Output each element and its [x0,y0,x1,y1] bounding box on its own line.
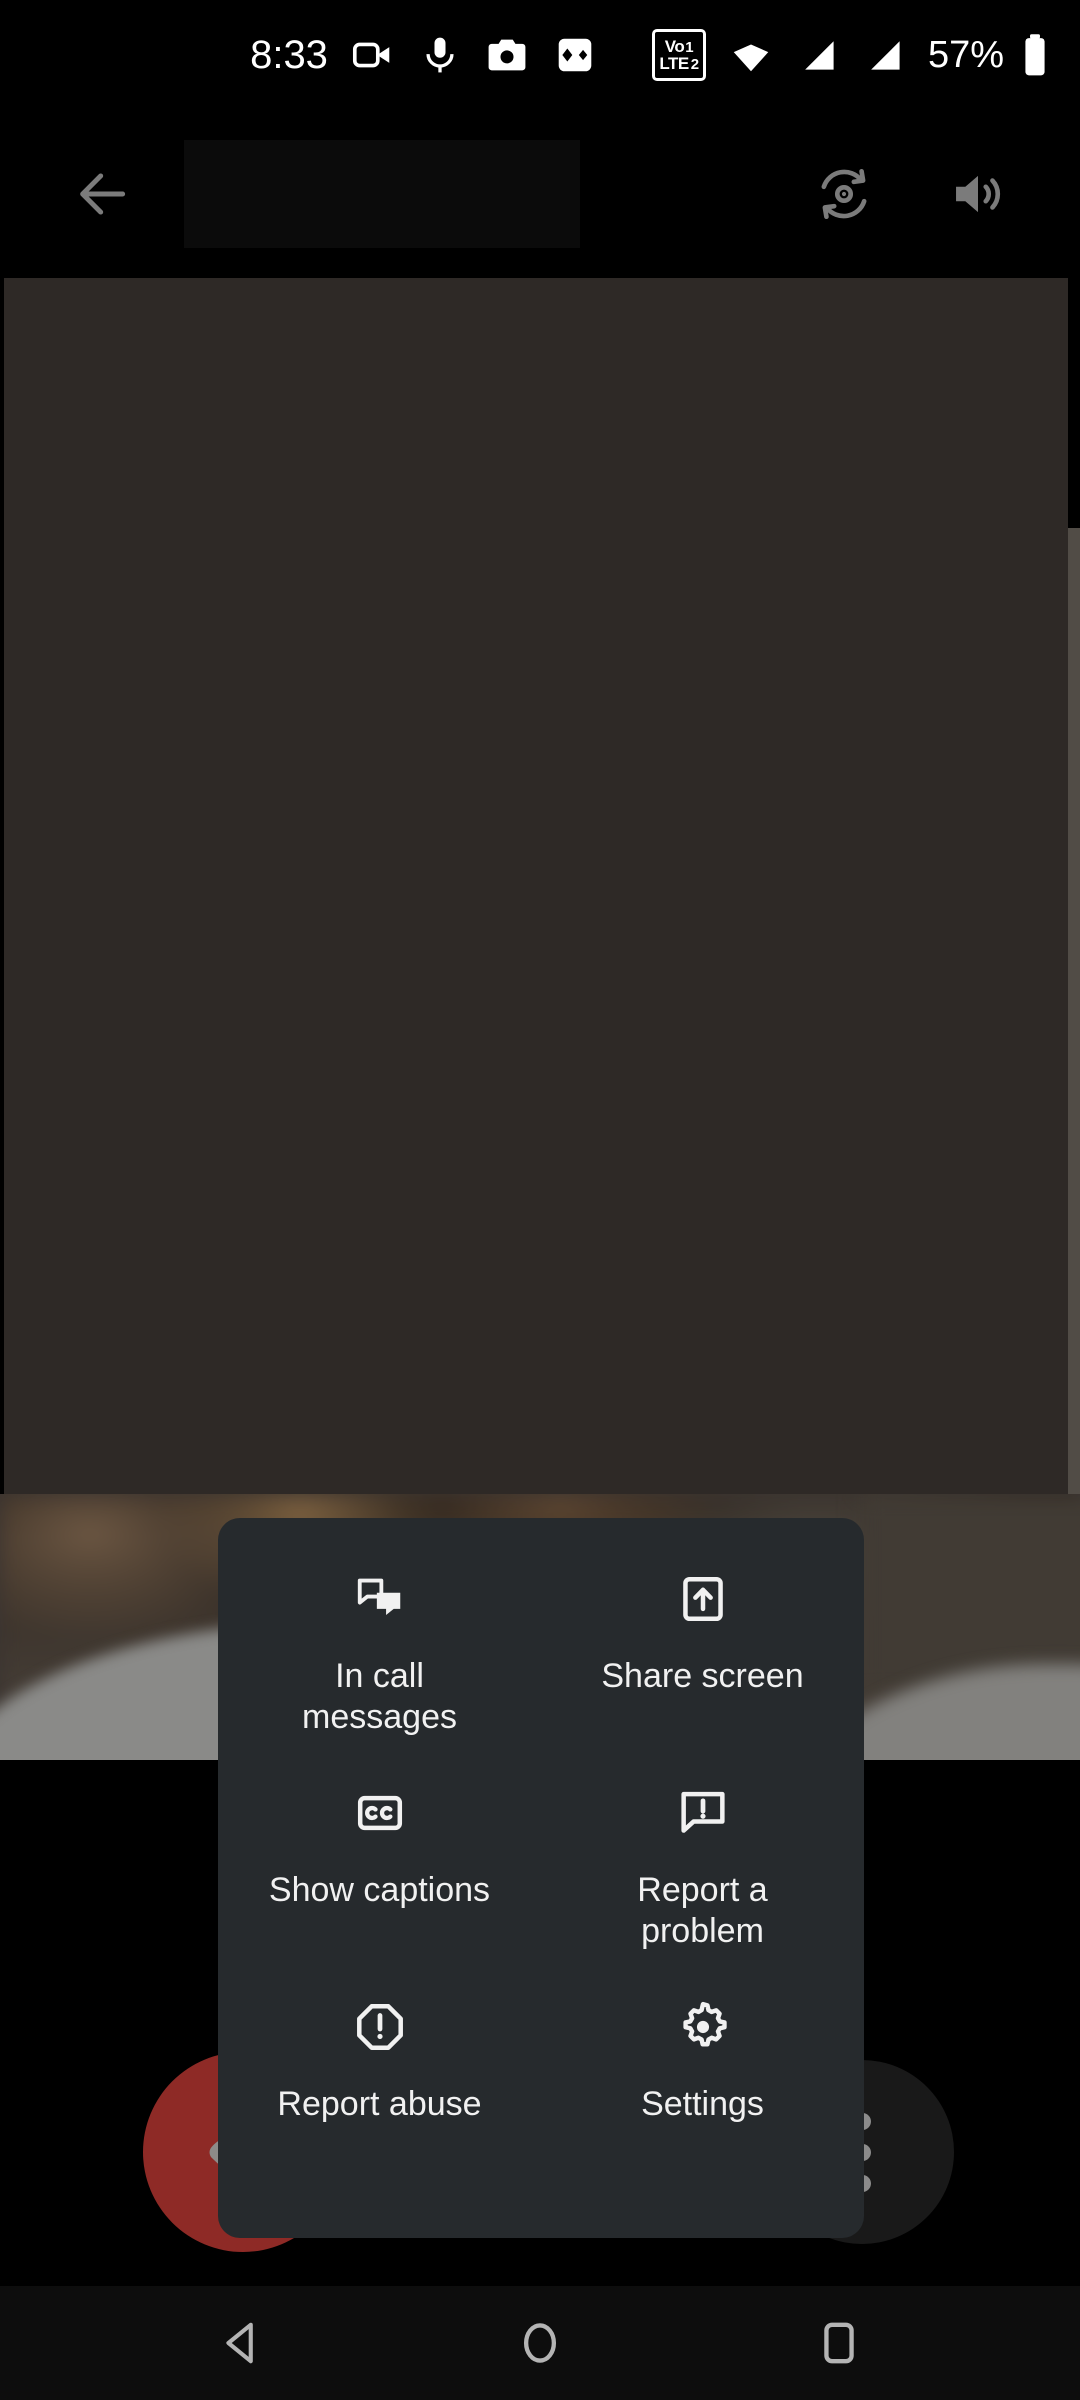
share-screen-icon [676,1568,730,1630]
overflow-menu-sheet: In call messages Share screen Show capti… [218,1518,864,2238]
status-bar-clock: 8:33 [250,33,328,77]
nav-home-icon[interactable] [498,2301,582,2385]
menu-item-report-abuse[interactable]: Report abuse [218,1990,541,2204]
volte-dual-sim-icon: Vo 1 LTE 2 [651,29,706,81]
app-top-bar [0,110,1080,278]
android-navigation-bar [0,2286,1080,2400]
menu-item-label: Settings [641,2085,764,2123]
menu-item-label: Report abuse [277,2085,482,2123]
chat-messages-icon [353,1568,407,1630]
menu-item-label: Share screen [601,1657,804,1695]
video-camera-icon [350,32,396,78]
volte-label-top: Vo [664,37,685,56]
status-bar: 8:33 Vo 1 LTE 2 57% [0,0,1080,110]
closed-captions-icon [353,1782,407,1844]
settings-gear-icon [675,1996,731,2058]
remote-video-feed[interactable] [4,278,1068,1494]
volte-label-bottom: LTE [659,54,689,73]
report-problem-icon [676,1782,730,1844]
overflow-menu-row: Show captions Report a problem [218,1776,864,1990]
nav-back-icon[interactable] [199,2301,283,2385]
menu-item-in-call-messages[interactable]: In call messages [218,1562,541,1776]
camera-icon [484,32,530,78]
overflow-menu-row: In call messages Share screen [218,1562,864,1776]
microphone-icon [418,33,462,77]
battery-icon [1016,32,1054,78]
menu-item-settings[interactable]: Settings [541,1990,864,2204]
call-title [184,140,580,248]
menu-item-label: Report a problem [637,1871,768,1950]
report-abuse-icon [353,1996,407,2058]
speaker-volume-icon[interactable] [924,140,1032,248]
overflow-menu-row: Report abuse Settings [218,1990,864,2204]
menu-item-label: Show captions [268,1871,491,1909]
back-button[interactable] [48,140,156,248]
menu-item-share-screen[interactable]: Share screen [541,1562,864,1776]
menu-item-show-captions[interactable]: Show captions [218,1776,541,1990]
cellular-signal-2-icon [862,33,906,77]
menu-item-report-problem[interactable]: Report a problem [541,1776,864,1990]
phone-screen: 8:33 Vo 1 LTE 2 57% In call messages Sha… [0,0,1080,2400]
cellular-signal-1-icon [796,33,840,77]
nav-recents-icon[interactable] [797,2301,881,2385]
sim2-label: 2 [690,56,699,73]
dual-diamond-icon [552,32,598,78]
sim1-label: 1 [685,39,694,56]
switch-camera-icon[interactable] [790,140,898,248]
wifi-icon [728,32,774,78]
menu-item-label: In call messages [302,1657,457,1736]
battery-percent-label: 57% [927,33,1004,76]
